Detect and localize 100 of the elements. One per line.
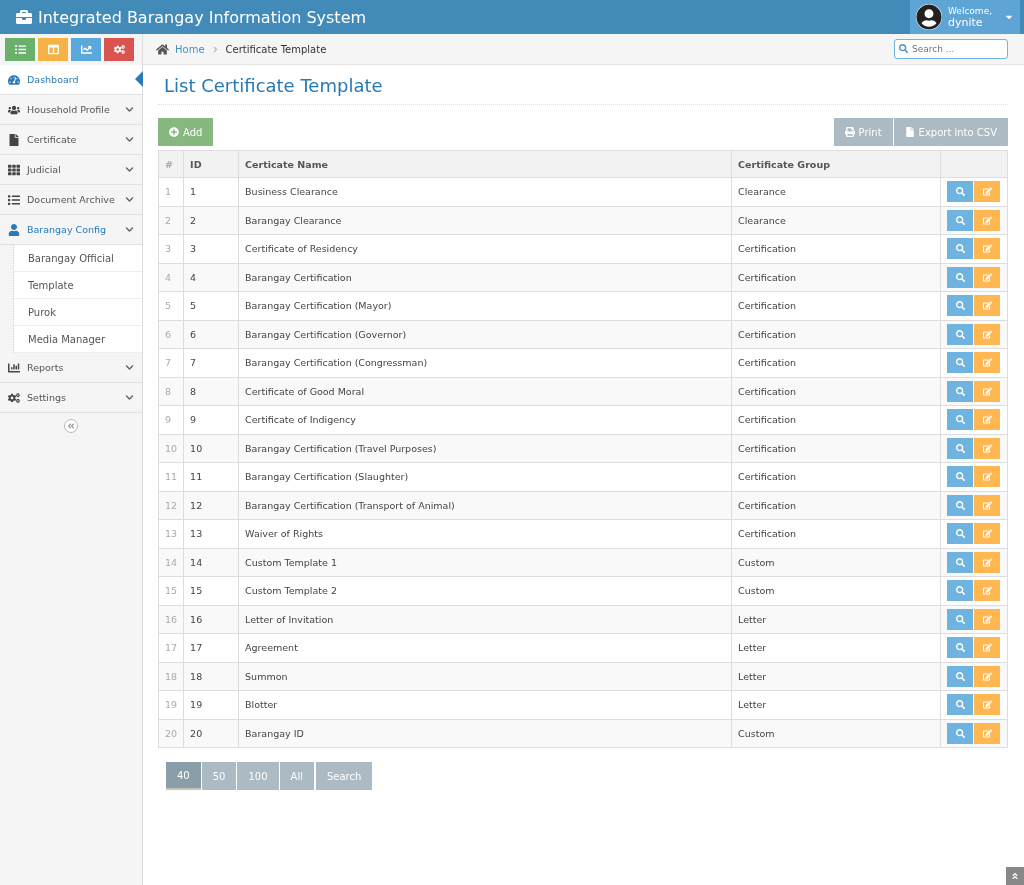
breadcrumb-link[interactable]: Home xyxy=(175,43,205,55)
view-button[interactable] xyxy=(947,665,973,687)
table-cell: 12 xyxy=(158,491,184,520)
edit-icon xyxy=(982,358,992,368)
column-header: Certificate Group xyxy=(731,150,941,178)
view-button[interactable] xyxy=(947,380,973,402)
table-cell: Barangay Clearance xyxy=(238,206,732,235)
table-cell: Certification xyxy=(731,405,941,434)
table-cell: Certificate of Good Moral xyxy=(238,377,732,406)
edit-button[interactable] xyxy=(974,209,1000,231)
table-cell: Letter of Invitation xyxy=(238,605,732,634)
sidebar-item[interactable]: Dashboard xyxy=(0,65,142,95)
table-cell: Letter xyxy=(731,690,941,719)
user-menu[interactable]: Welcome, dynite xyxy=(910,0,1020,34)
table-cell: Letter xyxy=(731,633,941,662)
view-button[interactable] xyxy=(947,238,973,260)
search-icon xyxy=(955,671,965,681)
edit-icon xyxy=(982,215,992,225)
chevron-icon xyxy=(125,195,134,204)
collapse-button[interactable] xyxy=(64,419,78,433)
edit-button[interactable] xyxy=(974,380,1000,402)
table-cell: Barangay Certification (Travel Purposes) xyxy=(238,434,732,463)
edit-button[interactable] xyxy=(974,523,1000,545)
edit-button[interactable] xyxy=(974,608,1000,630)
search-field[interactable]: Search ... xyxy=(894,39,1008,59)
view-button[interactable] xyxy=(947,466,973,488)
edit-button[interactable] xyxy=(974,181,1000,203)
search-icon xyxy=(955,614,965,624)
search-icon xyxy=(955,386,965,396)
submenu-item[interactable]: Media Manager xyxy=(13,326,142,353)
people-icon xyxy=(8,103,20,116)
table-cell: 9 xyxy=(158,405,184,434)
table-cell: 19 xyxy=(158,690,184,719)
table-cell: 11 xyxy=(158,462,184,491)
edit-button[interactable] xyxy=(974,352,1000,374)
table-cell: 7 xyxy=(158,348,184,377)
table-cell: Certification xyxy=(731,491,941,520)
column-header: Certicate Name xyxy=(238,150,732,178)
view-button[interactable] xyxy=(947,694,973,716)
edit-button[interactable] xyxy=(974,551,1000,573)
edit-button[interactable] xyxy=(974,665,1000,687)
edit-button[interactable] xyxy=(974,580,1000,602)
table-cell: Clearance xyxy=(731,206,941,235)
edit-button[interactable] xyxy=(974,437,1000,459)
shortcut-button[interactable] xyxy=(104,38,134,61)
edit-button[interactable] xyxy=(974,637,1000,659)
edit-button[interactable] xyxy=(974,722,1000,744)
view-button[interactable] xyxy=(947,209,973,231)
scroll-top-button[interactable] xyxy=(1006,867,1024,885)
username: dynite xyxy=(948,17,984,28)
edit-button[interactable] xyxy=(974,494,1000,516)
view-button[interactable] xyxy=(947,181,973,203)
view-button[interactable] xyxy=(947,437,973,459)
view-button[interactable] xyxy=(947,266,973,288)
page-size-button[interactable]: 40 xyxy=(166,762,201,790)
view-button[interactable] xyxy=(947,608,973,630)
view-button[interactable] xyxy=(947,523,973,545)
shortcut-button[interactable] xyxy=(38,38,68,61)
submenu-item[interactable]: Barangay Official xyxy=(13,245,142,272)
edit-button[interactable] xyxy=(974,238,1000,260)
view-button[interactable] xyxy=(947,323,973,345)
view-button[interactable] xyxy=(947,722,973,744)
table-cell: 3 xyxy=(158,234,184,263)
shortcut-button[interactable] xyxy=(5,38,35,61)
edit-button[interactable] xyxy=(974,266,1000,288)
table-cell: Letter xyxy=(731,605,941,634)
search-icon xyxy=(955,586,965,596)
view-button[interactable] xyxy=(947,580,973,602)
view-button[interactable] xyxy=(947,295,973,317)
table-cell: 17 xyxy=(158,633,184,662)
search-icon xyxy=(955,272,965,282)
shortcut-button[interactable] xyxy=(71,38,101,61)
edit-icon xyxy=(982,386,992,396)
search-icon xyxy=(955,728,965,738)
search-icon xyxy=(955,557,965,567)
search-icon xyxy=(955,643,965,653)
table-cell: Letter xyxy=(731,662,941,691)
submenu-item[interactable]: Template xyxy=(13,272,142,299)
table-cell: Certification xyxy=(731,348,941,377)
submenu-item[interactable]: Purok xyxy=(13,299,142,326)
table-cell: 8 xyxy=(183,377,239,406)
table-cell: Certification xyxy=(731,434,941,463)
view-button[interactable] xyxy=(947,637,973,659)
edit-icon xyxy=(982,529,992,539)
view-button[interactable] xyxy=(947,551,973,573)
welcome-text: Welcome, xyxy=(948,6,993,17)
table-cell: 14 xyxy=(183,548,239,577)
view-button[interactable] xyxy=(947,409,973,431)
view-button[interactable] xyxy=(947,494,973,516)
edit-icon xyxy=(982,586,992,596)
chevron-icon xyxy=(125,225,134,234)
edit-button[interactable] xyxy=(974,295,1000,317)
edit-button[interactable] xyxy=(974,466,1000,488)
edit-button[interactable] xyxy=(974,323,1000,345)
app-title: Integrated Barangay Information System xyxy=(0,7,367,27)
edit-icon xyxy=(982,443,992,453)
view-button[interactable] xyxy=(947,352,973,374)
edit-button[interactable] xyxy=(974,409,1000,431)
double-chevron-up-icon xyxy=(1011,872,1019,880)
edit-button[interactable] xyxy=(974,694,1000,716)
